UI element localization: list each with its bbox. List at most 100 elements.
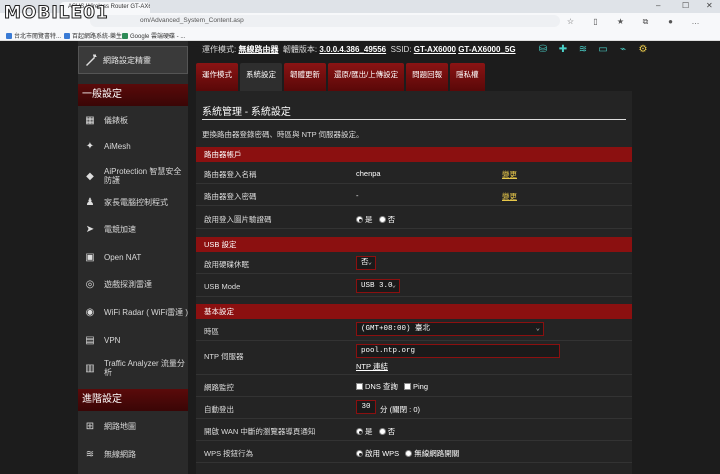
row-login-name: 路由器登入名稱 chenpa 變更 <box>196 162 632 184</box>
sidebar-item-label: WiFi Radar ( WiFi雷達 ) <box>104 307 188 317</box>
login-name-label: 路由器登入名稱 <box>204 170 257 179</box>
network-wizard-button[interactable]: 網路設定精靈 <box>78 46 188 74</box>
wps-enable-radio[interactable] <box>356 450 363 457</box>
login-password-value: - <box>356 191 359 200</box>
sidebar-item-parental-control[interactable]: ♟ 家長電腦控制程式 <box>78 189 188 215</box>
favorite-item[interactable]: 百起網路系統-樂生... <box>64 31 127 40</box>
split-screen-icon[interactable]: ▯ <box>590 16 601 27</box>
network-map-icon: ⊞ <box>85 420 95 432</box>
wifi-radar-icon: ◉ <box>85 306 95 318</box>
usb-mode-select[interactable]: USB 3.0 ⌄ <box>356 279 400 293</box>
ssid-5g[interactable]: GT-AX6000_5G <box>458 45 515 54</box>
sidebar-item-network-map[interactable]: ⊞ 網路地圖 <box>78 413 188 439</box>
close-icon[interactable]: ✕ <box>706 1 713 10</box>
ssid-label: SSID: <box>390 45 412 54</box>
sidebar-item-open-nat[interactable]: ▣ Open NAT <box>78 244 188 270</box>
auto-logout-unit: 分 (關閉 : 0) <box>380 405 421 414</box>
sidebar-item-traffic-analyzer[interactable]: ▥ Traffic Analyzer 流量分析 <box>78 355 188 381</box>
gear-icon[interactable]: ⚙ <box>636 43 650 55</box>
tab-operation-mode[interactable]: 運作模式 <box>196 63 238 91</box>
usb-mode-value: USB 3.0 <box>361 282 393 290</box>
page-description: 更換路由器登錄密碼、時區與 NTP 伺服器設定。 <box>202 130 364 139</box>
captcha-yes-radio[interactable] <box>356 216 363 223</box>
wps-wifi-toggle-label: 無線網路開關 <box>414 449 460 458</box>
wan-notify-options: 是 否 <box>356 426 395 437</box>
sidebar-item-label: AiProtection 智慧安全防護 <box>104 167 182 185</box>
wireless-icon: ≋ <box>85 448 95 460</box>
favorites-bar: 台北市閱覽書特... 百起網路系統-樂生... Google 雲端硬碟 - ..… <box>0 29 720 41</box>
tab-privacy[interactable]: 隱私權 <box>450 63 485 91</box>
tab-system[interactable]: 系統設定 <box>240 63 282 91</box>
tab-feedback[interactable]: 問題回報 <box>406 63 449 91</box>
firmware-value[interactable]: 3.0.0.4.386_49556 <box>319 45 386 54</box>
no-label: 否 <box>387 215 396 224</box>
dns-query-checkbox[interactable] <box>356 383 363 390</box>
more-icon[interactable]: … <box>690 16 701 27</box>
gamepad-icon[interactable]: ✚ <box>556 43 570 55</box>
router-app: 網路設定精靈 一般設定 ▦ 儀錶板 ✦ AiMesh ◆ AiProtection 智… <box>0 41 720 474</box>
favorites-icon[interactable]: ★ <box>615 16 626 27</box>
row-hdd-sleep: 啟用硬碟休眠 否 ⌄ <box>196 252 632 274</box>
usb-icon[interactable]: ⛁ <box>536 43 550 55</box>
change-name-link[interactable]: 變更 <box>502 169 517 180</box>
wan-notify-yes-radio[interactable] <box>356 428 363 435</box>
ntp-server-input[interactable]: pool.ntp.org <box>356 344 560 358</box>
no-label: 否 <box>387 427 396 436</box>
sidebar-item-vpn[interactable]: ▤ VPN <box>78 327 188 353</box>
mode-value[interactable]: 無線路由器 <box>238 45 278 54</box>
favorite-item[interactable]: Google 雲端硬碟 - ... <box>122 31 185 40</box>
minimize-icon[interactable]: – <box>656 1 660 10</box>
sidebar-item-wireless[interactable]: ≋ 無線網路 <box>78 441 188 467</box>
wan-notify-label: 開啟 WAN 中斷的瀏覽器導頁通知 <box>204 427 316 436</box>
network-status-icon[interactable]: ⌁ <box>616 43 630 55</box>
sidebar-item-label: 電競加速 <box>104 224 136 234</box>
ssid-24g[interactable]: GT-AX6000 <box>414 45 456 54</box>
wps-label: WPS 按鈕行為 <box>204 449 254 458</box>
sidebar-item-label: 無線網路 <box>104 449 136 459</box>
system-settings-panel: 系統管理 - 系統設定 更換路由器登錄密碼、時區與 NTP 伺服器設定。 路由器… <box>196 91 632 474</box>
printer-icon[interactable]: ▭ <box>596 43 610 55</box>
tab-firmware-upgrade[interactable]: 韌體更新 <box>284 63 326 91</box>
wizard-icon <box>86 54 97 66</box>
auto-logout-input[interactable]: 30 <box>356 400 376 414</box>
page-title: 系統管理 - 系統設定 <box>202 107 291 118</box>
general-settings-header: 一般設定 <box>78 84 188 106</box>
wan-notify-no-radio[interactable] <box>378 428 386 435</box>
sidebar: 網路設定精靈 一般設定 ▦ 儀錶板 ✦ AiMesh ◆ AiProtection 智… <box>78 41 188 474</box>
tab-restore-save[interactable]: 還原/匯出/上傳設定 <box>328 63 405 91</box>
chevron-down-icon: ⌄ <box>391 282 396 290</box>
profile-icon[interactable]: ● <box>665 16 676 27</box>
sidebar-item-label: 網路地圖 <box>104 421 136 431</box>
firmware-label: 韌體版本: <box>282 45 318 54</box>
address-bar[interactable]: om/Advanced_System_Content.asp <box>90 15 560 27</box>
captcha-options: 是 否 <box>356 214 395 225</box>
ping-checkbox[interactable] <box>404 383 412 390</box>
change-password-link[interactable]: 變更 <box>502 191 517 202</box>
title-divider <box>202 119 626 120</box>
timezone-select[interactable]: (GMT+08:00) 臺北 ⌄ <box>356 322 544 336</box>
favorite-icon[interactable]: ☆ <box>565 16 576 27</box>
captcha-no-radio[interactable] <box>378 216 386 223</box>
collections-icon[interactable]: ⧉ <box>640 16 651 27</box>
mode-label: 運作模式: <box>202 45 237 54</box>
ntp-link[interactable]: NTP 連結 <box>356 361 388 372</box>
sidebar-item-aiprotection[interactable]: ◆ AiProtection 智慧安全防護 <box>78 161 188 191</box>
section-router-account: 路由器帳戶 <box>196 147 632 162</box>
parental-icon: ♟ <box>85 196 95 208</box>
sidebar-item-wifi-radar[interactable]: ◉ WiFi Radar ( WiFi雷達 ) <box>78 299 188 325</box>
sidebar-item-game-radar[interactable]: ◎ 遊戲探測雷達 <box>78 271 188 297</box>
hdd-sleep-select[interactable]: 否 ⌄ <box>356 256 376 270</box>
ping-label: Ping <box>413 382 429 391</box>
favorite-item[interactable]: 台北市閱覽書特... <box>6 31 61 40</box>
maximize-icon[interactable]: ☐ <box>682 1 689 10</box>
row-wan-notify: 開啟 WAN 中斷的瀏覽器導頁通知 是 否 <box>196 419 632 441</box>
sidebar-item-game-boost[interactable]: ➤ 電競加速 <box>78 216 188 242</box>
usb-mode-label: USB Mode <box>204 282 241 291</box>
wps-options: 啟用 WPS 無線網路開關 <box>356 448 459 459</box>
sidebar-item-dashboard[interactable]: ▦ 儀錶板 <box>78 107 188 133</box>
mesh-icon: ✦ <box>85 140 95 152</box>
sidebar-item-aimesh[interactable]: ✦ AiMesh <box>78 133 188 159</box>
hdd-sleep-label: 啟用硬碟休眠 <box>204 260 249 269</box>
wps-wifi-toggle-radio[interactable] <box>405 450 413 457</box>
wifi-icon[interactable]: ≋ <box>576 43 590 55</box>
